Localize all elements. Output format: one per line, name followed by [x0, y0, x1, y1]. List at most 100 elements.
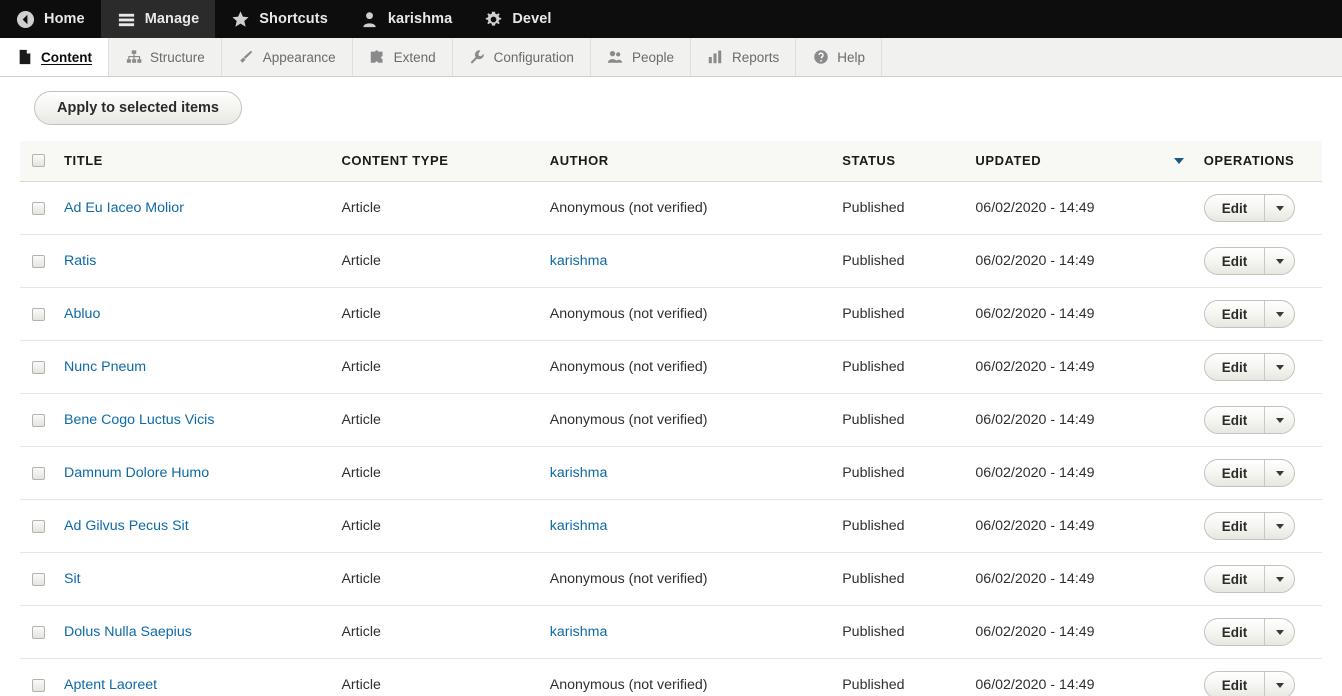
tab-people-label: People [631, 49, 674, 65]
row-checkbox[interactable] [32, 678, 45, 692]
table-row: Aptent Laoreet Article Anonymous (not veri… [20, 658, 1322, 696]
row-select-cell [20, 340, 55, 394]
tab-structure[interactable]: Structure [109, 38, 222, 76]
row-edit-button[interactable]: Edit [1205, 195, 1265, 221]
toolbar-item-manage[interactable]: Manage [100, 0, 216, 38]
row-operations-dropdown-toggle[interactable] [1264, 460, 1294, 486]
row-operations-button[interactable]: Edit [1203, 565, 1296, 593]
column-header-content-type[interactable]: CONTENT TYPE [331, 141, 540, 182]
row-operations-button[interactable]: Edit [1203, 300, 1296, 328]
row-status-cell: Published [832, 287, 966, 341]
row-edit-button[interactable]: Edit [1205, 460, 1265, 486]
row-select-cell [20, 287, 55, 341]
row-edit-button[interactable]: Edit [1205, 248, 1265, 274]
row-select-cell [20, 446, 55, 500]
row-checkbox[interactable] [32, 254, 45, 268]
row-title-link[interactable]: Abluo [64, 306, 100, 322]
row-title-link[interactable]: Ad Eu Iaceo Molior [64, 200, 184, 216]
row-edit-button[interactable]: Edit [1205, 566, 1265, 592]
row-status-cell: Published [832, 446, 966, 500]
row-operations-dropdown-toggle[interactable] [1264, 301, 1294, 327]
row-operations-button[interactable]: Edit [1203, 618, 1296, 646]
sitemap-icon [125, 49, 142, 66]
row-checkbox[interactable] [32, 201, 45, 215]
row-author-cell: Anonymous (not verified) [539, 181, 833, 235]
tab-people[interactable]: People [590, 38, 691, 76]
tab-extend[interactable]: Extend [352, 38, 453, 76]
row-operations-dropdown-toggle[interactable] [1264, 513, 1294, 539]
toolbar-item-account[interactable]: karishma [344, 0, 468, 38]
row-edit-button[interactable]: Edit [1205, 513, 1265, 539]
row-operations-button[interactable]: Edit [1203, 247, 1296, 275]
row-content-type-cell: Article [331, 181, 540, 235]
column-header-author-label: AUTHOR [549, 153, 609, 168]
row-operations-button[interactable]: Edit [1203, 512, 1296, 540]
toolbar-item-home[interactable]: Home [0, 0, 101, 38]
column-header-status[interactable]: STATUS [832, 141, 966, 182]
tab-configuration-label: Configuration [493, 49, 574, 65]
row-operations-dropdown-toggle[interactable] [1264, 407, 1294, 433]
apply-to-selected-items-button-top[interactable]: Apply to selected items [34, 91, 242, 125]
row-operations-dropdown-toggle[interactable] [1264, 619, 1294, 645]
row-edit-button[interactable]: Edit [1205, 354, 1265, 380]
row-operations-dropdown-toggle[interactable] [1264, 672, 1294, 696]
row-author-text: Anonymous (not verified) [549, 677, 708, 693]
row-edit-button[interactable]: Edit [1205, 672, 1265, 696]
tab-reports[interactable]: Reports [690, 38, 797, 76]
row-title-cell: Damnum Dolore Humo [54, 446, 332, 500]
row-edit-button[interactable]: Edit [1205, 619, 1265, 645]
question-mark-icon [812, 49, 829, 66]
row-operations-dropdown-toggle[interactable] [1264, 354, 1294, 380]
tab-help[interactable]: Help [796, 38, 883, 76]
toolbar-item-devel[interactable]: Devel [468, 0, 567, 38]
tab-appearance[interactable]: Appearance [221, 38, 353, 76]
row-checkbox[interactable] [32, 519, 45, 533]
row-title-cell: Abluo [54, 287, 332, 341]
row-operations-button[interactable]: Edit [1203, 406, 1296, 434]
column-header-updated[interactable]: UPDATED [965, 141, 1194, 182]
row-content-type-cell: Article [331, 393, 540, 447]
row-operations-button[interactable]: Edit [1203, 459, 1296, 487]
row-title-link[interactable]: Ad Gilvus Pecus Sit [64, 518, 189, 534]
row-operations-dropdown-toggle[interactable] [1264, 566, 1294, 592]
row-edit-button[interactable]: Edit [1205, 407, 1265, 433]
table-row: Bene Cogo Luctus Vicis Article Anonymous (… [20, 393, 1322, 447]
row-title-link[interactable]: Damnum Dolore Humo [64, 465, 209, 481]
row-checkbox[interactable] [32, 466, 45, 480]
row-operations-button[interactable]: Edit [1203, 671, 1296, 696]
row-updated-cell: 06/02/2020 - 14:49 [965, 181, 1194, 235]
row-author-cell: Anonymous (not verified) [539, 393, 833, 447]
column-header-operations-label: OPERATIONS [1203, 153, 1295, 168]
row-title-link[interactable]: Nunc Pneum [64, 359, 146, 375]
row-author-link[interactable]: karishma [550, 253, 608, 269]
column-header-title[interactable]: TITLE [54, 141, 332, 182]
row-author-link[interactable]: karishma [550, 518, 608, 534]
row-author-cell: Anonymous (not verified) [539, 287, 833, 341]
select-all-checkbox[interactable] [32, 154, 45, 167]
row-checkbox[interactable] [32, 413, 45, 427]
row-title-link[interactable]: Aptent Laoreet [64, 677, 157, 693]
wrench-icon [469, 49, 486, 66]
tab-configuration[interactable]: Configuration [452, 38, 591, 76]
row-checkbox[interactable] [32, 307, 45, 321]
row-title-link[interactable]: Bene Cogo Luctus Vicis [64, 412, 214, 428]
row-title-link[interactable]: Dolus Nulla Saepius [64, 624, 192, 640]
row-operations-dropdown-toggle[interactable] [1264, 248, 1294, 274]
row-operations-dropdown-toggle[interactable] [1264, 195, 1294, 221]
row-operations-button[interactable]: Edit [1203, 194, 1296, 222]
column-header-status-label: STATUS [842, 153, 896, 168]
row-operations-button[interactable]: Edit [1203, 353, 1296, 381]
row-checkbox[interactable] [32, 360, 45, 374]
toolbar-item-shortcuts[interactable]: Shortcuts [215, 0, 344, 38]
chevron-down-icon [1275, 205, 1284, 211]
row-select-cell [20, 393, 55, 447]
tab-content[interactable]: Content [0, 38, 109, 76]
row-title-link[interactable]: Ratis [64, 253, 96, 269]
row-author-link[interactable]: karishma [550, 624, 608, 640]
row-checkbox[interactable] [32, 572, 45, 586]
row-title-link[interactable]: Sit [64, 571, 81, 587]
row-edit-button[interactable]: Edit [1205, 301, 1265, 327]
row-checkbox[interactable] [32, 625, 45, 639]
row-author-link[interactable]: karishma [550, 465, 608, 481]
row-operations-cell: Edit [1193, 393, 1322, 447]
